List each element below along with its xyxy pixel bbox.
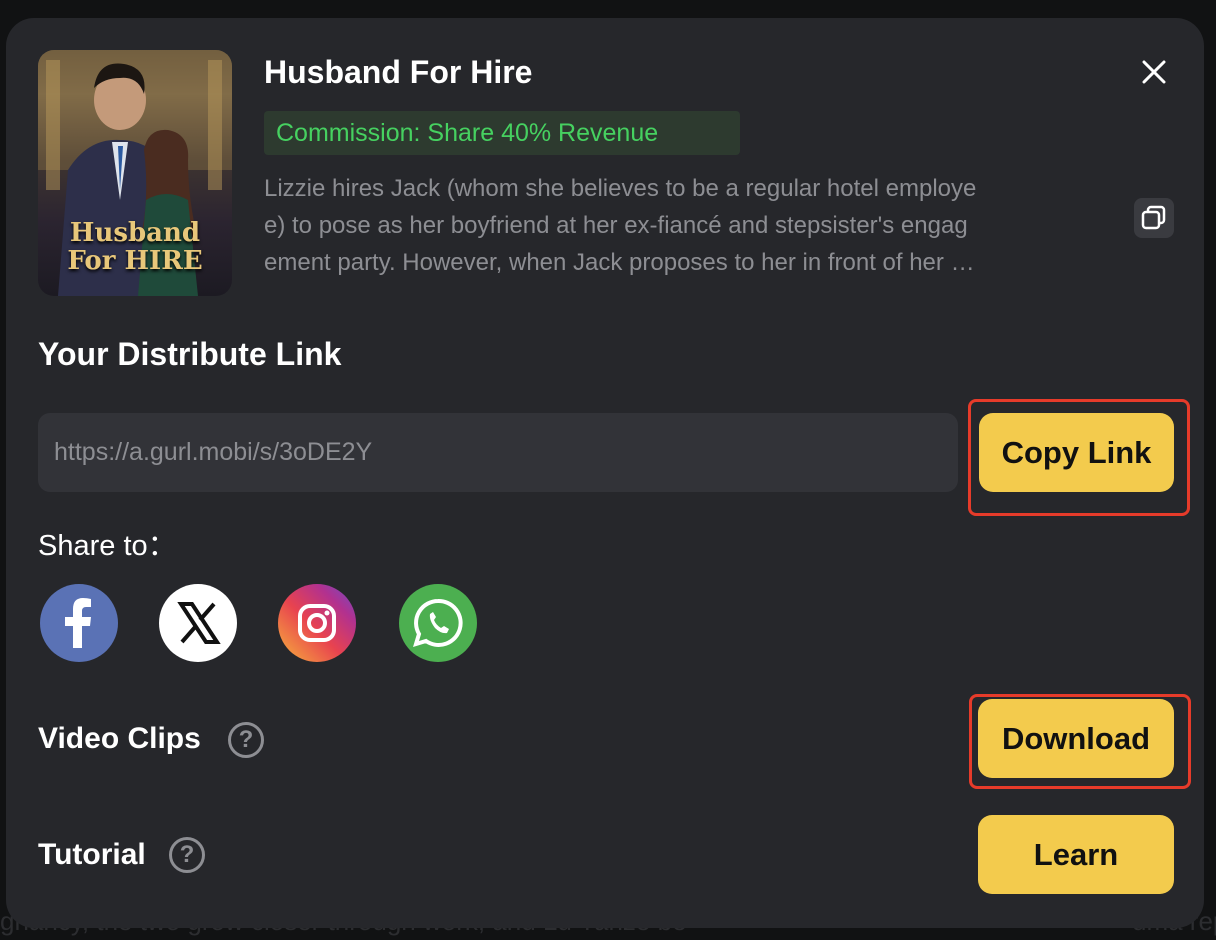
close-icon xyxy=(1142,60,1166,84)
video-clips-label: Video Clips xyxy=(38,722,201,755)
whatsapp-share-button[interactable] xyxy=(399,584,477,662)
question-circle-icon[interactable]: ? xyxy=(228,722,264,758)
book-title: Husband For Hire xyxy=(264,54,533,90)
description-line: Lizzie hires Jack (whom she believes to … xyxy=(264,175,977,202)
commission-badge: Commission: Share 40% Revenue xyxy=(264,111,740,155)
tutorial-label: Tutorial xyxy=(38,838,146,871)
distribute-link-field[interactable]: https://a.gurl.mobi/s/3oDE2Y xyxy=(38,413,958,492)
learn-button[interactable]: Learn xyxy=(978,815,1174,894)
description-line: ement party. However, when Jack proposes… xyxy=(264,249,975,276)
book-cover-image: Husband For HIRE xyxy=(38,50,232,296)
x-share-button[interactable] xyxy=(159,584,237,662)
cover-title-line2: For HIRE xyxy=(67,246,203,276)
whatsapp-icon xyxy=(413,598,463,647)
question-circle-icon[interactable]: ? xyxy=(169,837,205,873)
description-line: e) to pose as her boyfriend at her ex-fi… xyxy=(264,212,968,239)
distribute-link-heading: Your Distribute Link xyxy=(38,336,342,372)
instagram-icon xyxy=(298,604,336,642)
copy-icon xyxy=(1141,205,1166,230)
copy-description-button[interactable] xyxy=(1134,198,1174,238)
facebook-icon xyxy=(65,598,91,648)
download-button[interactable]: Download xyxy=(978,699,1174,778)
instagram-share-button[interactable] xyxy=(278,584,356,662)
close-button[interactable] xyxy=(1136,54,1172,90)
share-modal: Husband For HIRE Husband For Hire Commis… xyxy=(6,18,1204,928)
book-description: Lizzie hires Jack (whom she believes to … xyxy=(264,170,1104,281)
share-to-label: Share to： xyxy=(38,530,177,562)
x-icon xyxy=(177,602,221,644)
cover-title-line1: Husband xyxy=(69,218,201,248)
facebook-share-button[interactable] xyxy=(40,584,118,662)
copy-link-button[interactable]: Copy Link xyxy=(979,413,1174,492)
